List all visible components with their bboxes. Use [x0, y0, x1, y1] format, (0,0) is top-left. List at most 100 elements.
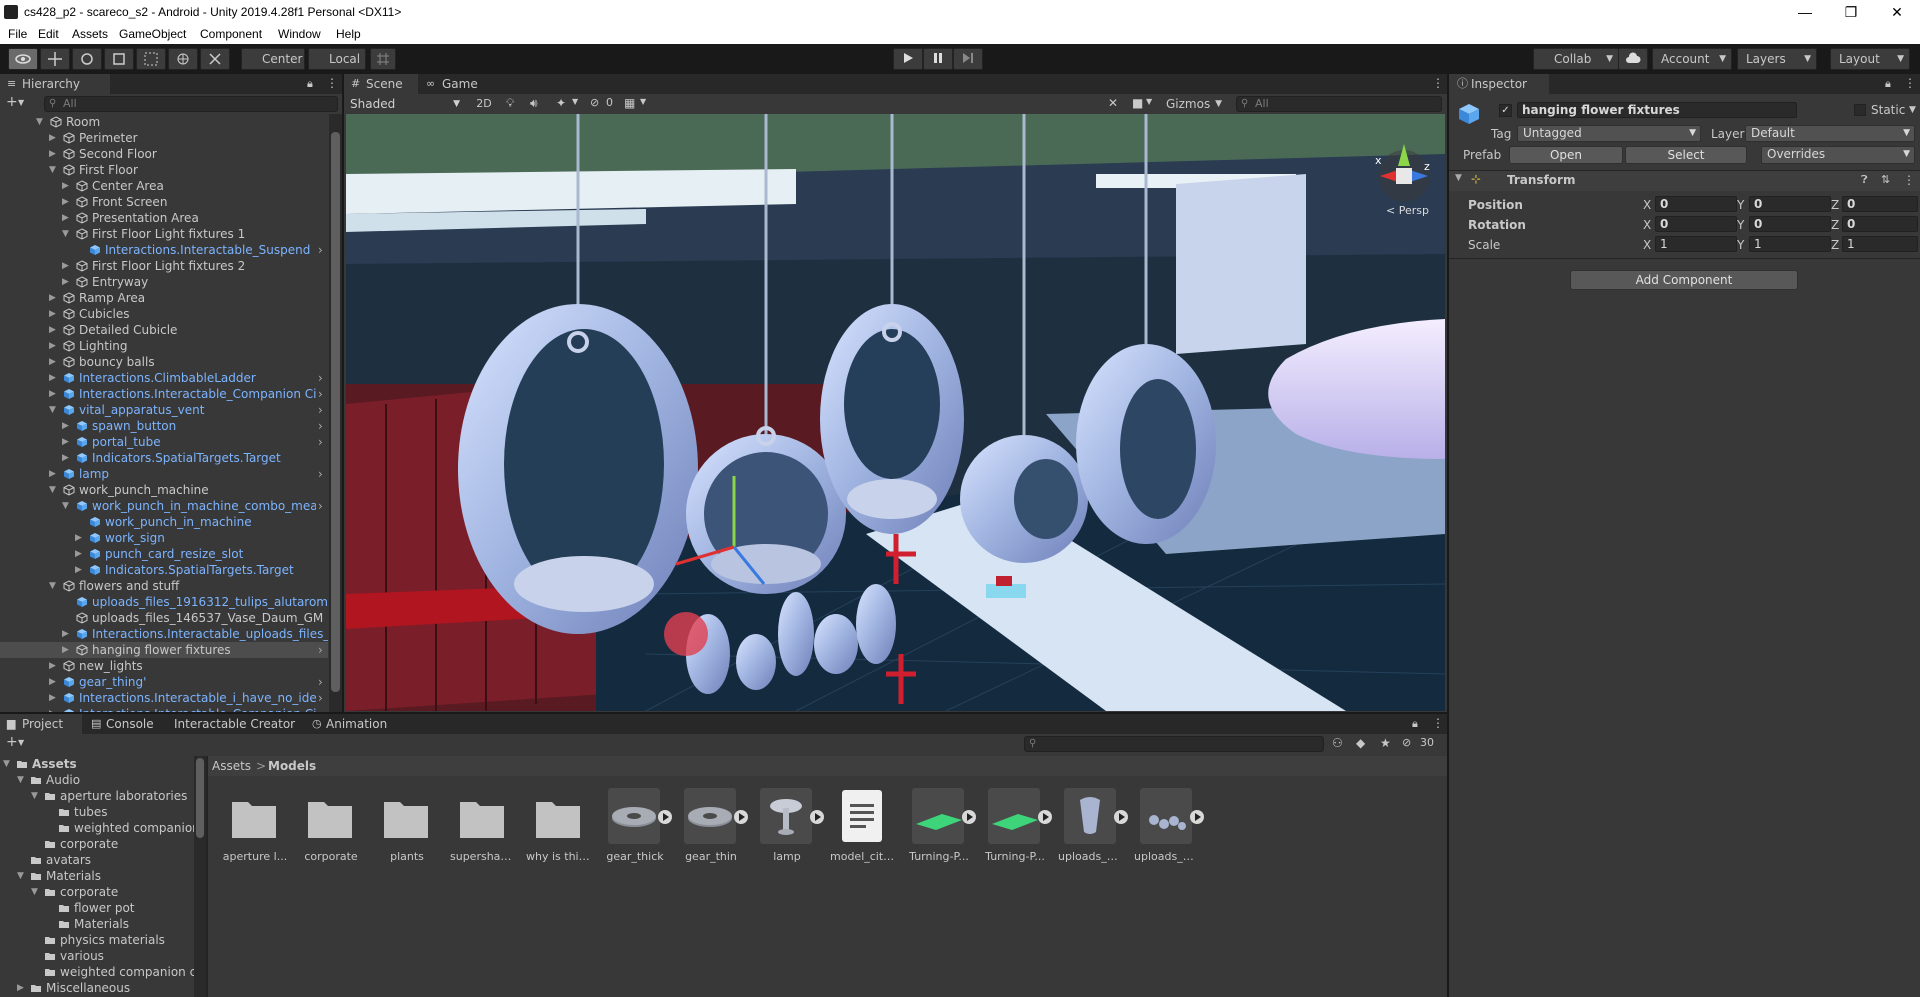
- shading-mode-dropdown[interactable]: Shaded ▼: [346, 95, 464, 113]
- tab-game[interactable]: ∞ Game: [420, 74, 484, 94]
- collapsed-arrow-icon[interactable]: ▶: [75, 546, 85, 562]
- camera-icon[interactable]: ■: [1132, 96, 1143, 110]
- hierarchy-row[interactable]: ▶ hanging flower fixtures ›: [0, 642, 328, 658]
- collapsed-arrow-icon[interactable]: ▶: [49, 290, 59, 306]
- open-prefab-chevron-icon[interactable]: ›: [316, 642, 323, 658]
- rect-tool-button[interactable]: [136, 48, 166, 70]
- expanded-arrow-icon[interactable]: ▼: [49, 162, 59, 178]
- scale-z-field[interactable]: 1: [1842, 236, 1918, 252]
- collapsed-arrow-icon[interactable]: ▶: [75, 562, 85, 578]
- hidden-packages-icon[interactable]: ⊘: [1402, 736, 1411, 749]
- asset-item[interactable]: why is this...: [526, 788, 592, 868]
- hierarchy-row[interactable]: uploads_files_1916312_tulips_alutaroma: [0, 594, 328, 610]
- component-menu-icon[interactable]: ⋮: [1903, 173, 1915, 187]
- folder-tree-item[interactable]: various: [0, 948, 194, 964]
- folder-tree-item[interactable]: weighted companion: [0, 820, 194, 836]
- collapsed-arrow-icon[interactable]: ▶: [49, 370, 59, 386]
- hierarchy-row[interactable]: ▶ new_lights: [0, 658, 328, 674]
- collapsed-arrow-icon[interactable]: ▶: [75, 530, 85, 546]
- close-button[interactable]: ✕: [1882, 2, 1912, 22]
- active-checkbox[interactable]: ✓: [1499, 104, 1512, 117]
- folder-tree-item[interactable]: ▼ Assets: [0, 756, 194, 772]
- persp-label[interactable]: < Persp: [1386, 204, 1429, 217]
- hierarchy-row[interactable]: ▶ punch_card_resize_slot: [0, 546, 328, 562]
- asset-item[interactable]: aperture l...: [222, 788, 288, 868]
- layout-dropdown[interactable]: Layout ▼: [1830, 48, 1910, 70]
- hierarchy-row[interactable]: ▶ lamp ›: [0, 466, 328, 482]
- asset-item[interactable]: gear_thin: [678, 788, 748, 868]
- tab-interactable-creator[interactable]: Interactable Creator: [166, 714, 306, 734]
- open-prefab-chevron-icon[interactable]: ›: [316, 370, 323, 386]
- scene-menu-icon[interactable]: ⋮: [1432, 76, 1444, 90]
- hierarchy-row[interactable]: ▶ work_sign: [0, 530, 328, 546]
- scale-y-field[interactable]: 1: [1749, 236, 1831, 252]
- layers-dropdown[interactable]: Layers ▼: [1737, 48, 1817, 70]
- tab-console[interactable]: ▤ Console: [84, 714, 164, 734]
- step-button[interactable]: [953, 48, 983, 70]
- collapsed-arrow-icon[interactable]: ▶: [49, 338, 59, 354]
- account-dropdown[interactable]: Account ▼: [1652, 48, 1732, 70]
- hierarchy-row[interactable]: ▼ flowers and stuff: [0, 578, 328, 594]
- lock-icon[interactable]: 🔒︎: [307, 77, 313, 91]
- expanded-arrow-icon[interactable]: ▼: [3, 756, 13, 772]
- hierarchy-row[interactable]: ▶ portal_tube ›: [0, 434, 328, 450]
- scale-tool-button[interactable]: [104, 48, 134, 70]
- open-prefab-chevron-icon[interactable]: ›: [316, 498, 323, 514]
- hidden-objects-icon[interactable]: ⊘: [590, 96, 599, 109]
- hierarchy-row[interactable]: ▶ Perimeter: [0, 130, 328, 146]
- collapsed-arrow-icon[interactable]: ▶: [49, 706, 59, 712]
- folder-tree-scroll-thumb[interactable]: [196, 758, 204, 838]
- preset-icon[interactable]: ⇅: [1881, 173, 1890, 186]
- minimize-button[interactable]: —: [1790, 2, 1820, 22]
- tag-dropdown[interactable]: Untagged ▼: [1517, 125, 1701, 142]
- expand-asset-play-icon[interactable]: [1038, 810, 1052, 824]
- expanded-arrow-icon[interactable]: ▼: [62, 226, 72, 242]
- hierarchy-row[interactable]: ▼ First Floor Light fixtures 1: [0, 226, 328, 242]
- hierarchy-add-button[interactable]: +: [6, 94, 18, 110]
- collapsed-arrow-icon[interactable]: ▶: [62, 178, 72, 194]
- prefab-open-button[interactable]: Open: [1509, 146, 1623, 164]
- collapsed-arrow-icon[interactable]: ▶: [62, 274, 72, 290]
- hierarchy-row[interactable]: ▶ Interactions.Interactable_i_have_no_ide…: [0, 690, 328, 706]
- panel-menu-icon[interactable]: ⋮: [1432, 716, 1444, 730]
- filter-by-type-icon[interactable]: ⚇: [1332, 736, 1343, 750]
- add-dropdown-arrow-icon[interactable]: ▼: [18, 98, 24, 107]
- add-component-button[interactable]: Add Component: [1570, 270, 1798, 290]
- collapsed-arrow-icon[interactable]: ▶: [49, 130, 59, 146]
- collapsed-arrow-icon[interactable]: ▶: [62, 210, 72, 226]
- effects-dropdown-arrow-icon[interactable]: ▼: [572, 97, 578, 106]
- collapsed-arrow-icon[interactable]: ▶: [49, 306, 59, 322]
- collapsed-arrow-icon[interactable]: ▶: [49, 386, 59, 402]
- camera-dropdown-arrow-icon[interactable]: ▼: [1146, 97, 1152, 106]
- panel-menu-icon[interactable]: ⋮: [1904, 76, 1916, 90]
- collapsed-arrow-icon[interactable]: ▶: [62, 434, 72, 450]
- hierarchy-row[interactable]: ▼ work_punch_in_machine_combo_mea ›: [0, 498, 328, 514]
- hierarchy-row[interactable]: ▶ Indicators.SpatialTargets.Target: [0, 450, 328, 466]
- collapsed-arrow-icon[interactable]: ▶: [49, 466, 59, 482]
- pivot-local-button[interactable]: Local: [308, 48, 366, 70]
- tab-scene[interactable]: # Scene: [344, 74, 418, 94]
- scale-x-field[interactable]: 1: [1655, 236, 1737, 252]
- view-tool-button[interactable]: [8, 48, 38, 70]
- asset-item[interactable]: lamp: [754, 788, 824, 868]
- hierarchy-row[interactable]: ▶ Lighting: [0, 338, 328, 354]
- expand-asset-play-icon[interactable]: [810, 810, 824, 824]
- folder-tree-item[interactable]: flower pot: [0, 900, 194, 916]
- collapsed-arrow-icon[interactable]: ▶: [49, 354, 59, 370]
- collapsed-arrow-icon[interactable]: ▶: [17, 980, 27, 996]
- collapsed-arrow-icon[interactable]: ▶: [62, 258, 72, 274]
- hierarchy-row[interactable]: ▼ work_punch_machine: [0, 482, 328, 498]
- hierarchy-row[interactable]: ▶ Interactions.Interactable_Companion Ci: [0, 706, 328, 712]
- layer-dropdown[interactable]: Default ▼: [1745, 125, 1915, 142]
- expanded-arrow-icon[interactable]: ▼: [49, 578, 59, 594]
- transform-foldout-arrow-icon[interactable]: ▼: [1455, 173, 1462, 183]
- folder-tree-item[interactable]: Materials: [0, 916, 194, 932]
- lock-icon[interactable]: 🔒︎: [1885, 77, 1891, 91]
- expand-asset-play-icon[interactable]: [962, 810, 976, 824]
- hierarchy-row[interactable]: uploads_files_146537_Vase_Daum_GM: [0, 610, 328, 626]
- expanded-arrow-icon[interactable]: ▼: [31, 884, 41, 900]
- tab-project[interactable]: ▆ Project: [0, 714, 82, 734]
- move-tool-button[interactable]: [40, 48, 70, 70]
- open-prefab-chevron-icon[interactable]: ›: [316, 386, 323, 402]
- play-button[interactable]: [893, 48, 923, 70]
